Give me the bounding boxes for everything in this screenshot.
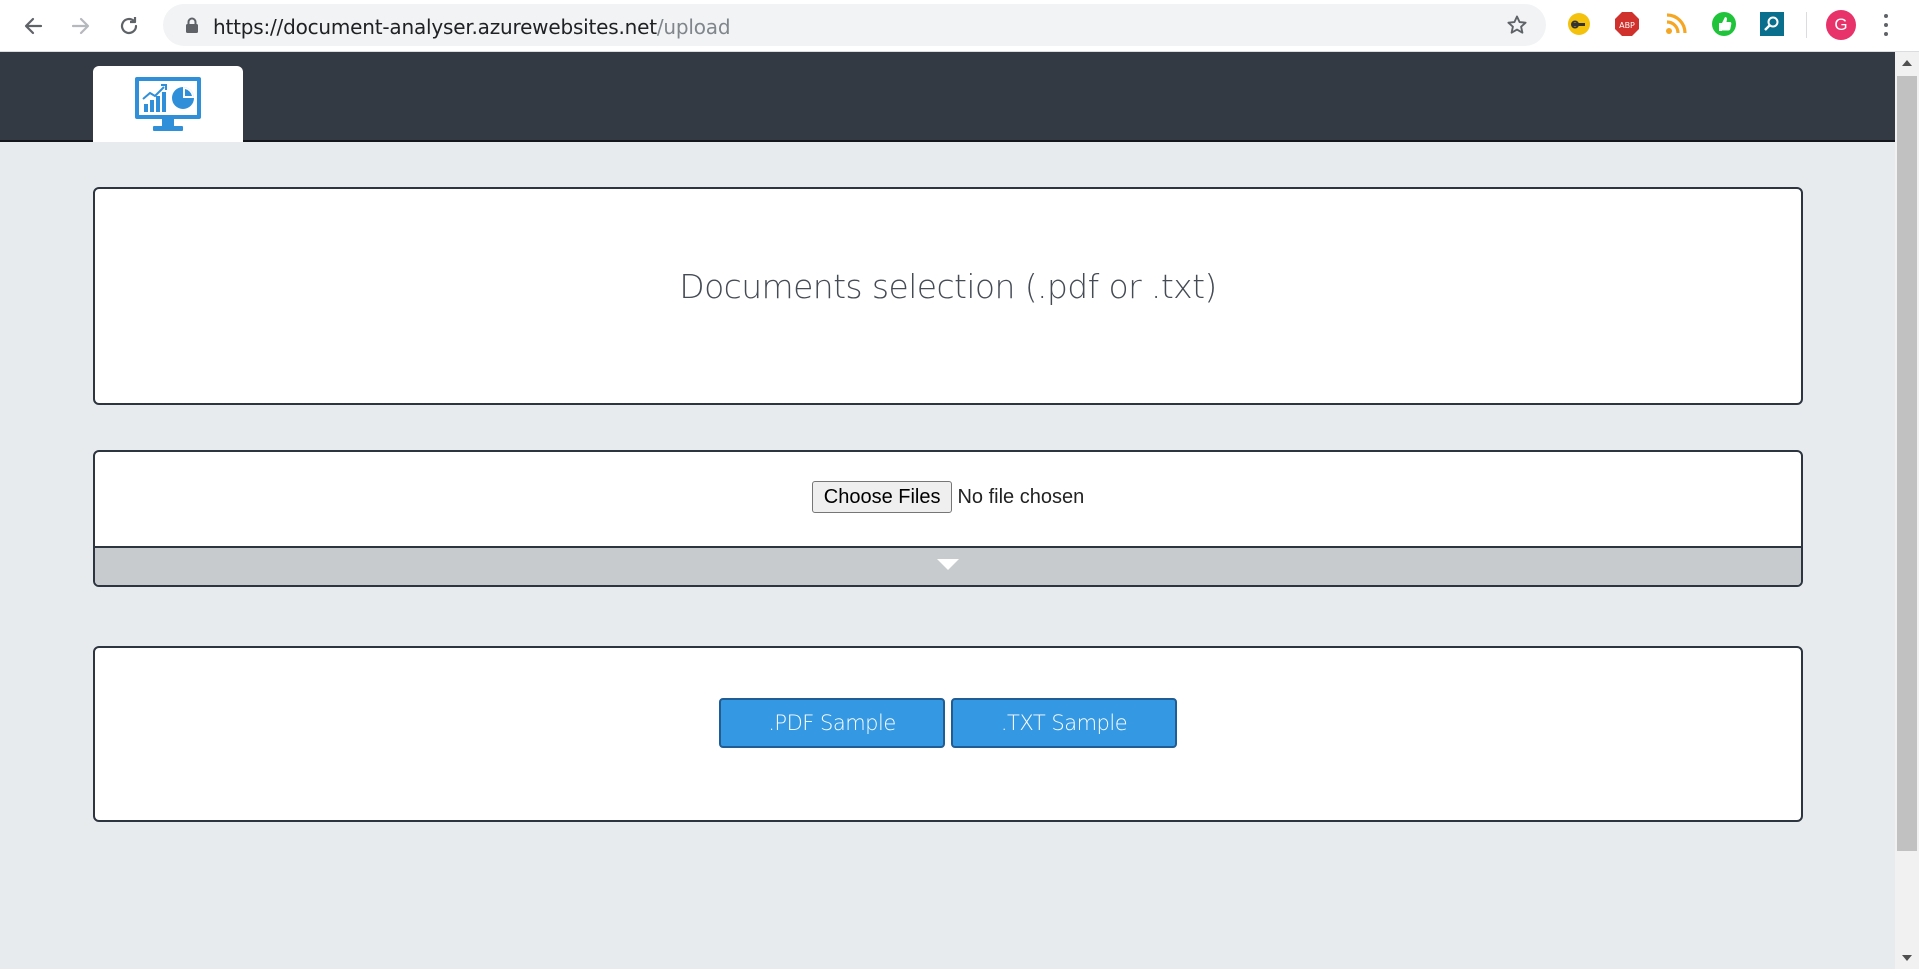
file-status-text: No file chosen [957,485,1085,508]
file-input[interactable]: Choose Files No file chosen [95,480,1801,514]
file-upload-panel: Choose Files No file chosen [93,450,1803,587]
search-extension-icon[interactable] [1758,10,1786,38]
choose-files-button[interactable]: Choose Files [811,481,953,513]
bookmark-star-icon[interactable] [1506,14,1528,36]
app-header [0,52,1895,142]
browser-toolbar: https://document-analyser.azurewebsites.… [0,0,1919,52]
toolbar-divider [1806,12,1807,38]
back-button[interactable] [15,8,51,44]
lock-icon [186,17,198,33]
vertical-scrollbar[interactable] [1895,52,1919,969]
forward-button[interactable] [63,8,99,44]
url-path: /upload [656,15,731,39]
url-host: https://document-analyser.azurewebsites.… [213,15,657,39]
profile-avatar[interactable]: G [1826,10,1856,40]
url-text: https://document-analyser.azurewebsites.… [213,15,731,39]
sample-buttons: .PDF Sample .TXT Sample [95,698,1801,748]
selection-title-panel: Documents selection (.pdf or .txt) [93,187,1803,405]
scroll-down-icon[interactable] [1902,955,1912,961]
svg-text:ABP: ABP [1619,21,1635,30]
browser-menu-icon[interactable] [1874,10,1898,40]
scroll-thumb[interactable] [1897,76,1917,851]
expand-toggle[interactable] [95,546,1801,585]
reload-button[interactable] [111,8,147,44]
samples-panel: .PDF Sample .TXT Sample [93,646,1803,822]
key-extension-icon[interactable] [1565,10,1593,38]
arrow-left-icon [24,17,43,35]
caret-down-icon [937,559,959,570]
thumbs-up-extension-icon[interactable] [1710,10,1738,38]
arrow-right-icon [71,17,90,35]
pdf-sample-button[interactable]: .PDF Sample [719,698,945,748]
scroll-up-icon[interactable] [1902,60,1912,66]
logo-tab[interactable] [93,66,243,142]
address-bar[interactable]: https://document-analyser.azurewebsites.… [163,4,1546,46]
adblock-icon[interactable]: ABP [1613,10,1641,38]
page-title: Documents selection (.pdf or .txt) [679,267,1217,306]
rss-feed-icon[interactable] [1662,10,1690,38]
analytics-monitor-logo [135,77,201,131]
reload-icon [120,17,138,35]
txt-sample-button[interactable]: .TXT Sample [951,698,1177,748]
